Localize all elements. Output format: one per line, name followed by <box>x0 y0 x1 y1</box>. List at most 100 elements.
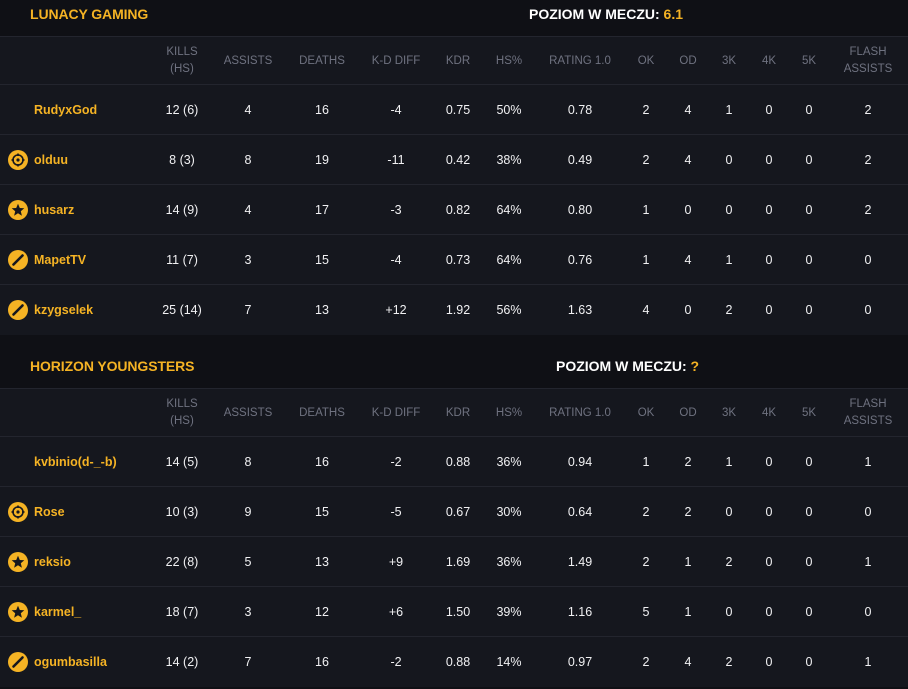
stat-kdr: 0.88 <box>445 655 471 669</box>
column-header-k5: 5K <box>801 406 817 419</box>
player-name[interactable]: MapetTV <box>34 253 86 267</box>
player-name[interactable]: kvbinio(d-_-b) <box>34 455 117 469</box>
match-level-value: 6.1 <box>663 6 684 22</box>
player-row[interactable]: RudyxGod 12 (6) 4 16 -4 0.75 50% 0.78 2 4 1 0 0 2 <box>0 85 908 135</box>
stat-kd-diff: -3 <box>390 203 402 217</box>
stat-hs: 14% <box>496 655 522 669</box>
player-name[interactable]: ogumbasilla <box>34 655 107 669</box>
player-name[interactable]: kzygselek <box>34 303 93 317</box>
match-level-label: POZIOM W MECZU: <box>529 6 660 22</box>
stat-kd-diff: -4 <box>390 103 402 117</box>
player-row[interactable]: karmel_ 18 (7) 3 12 +6 1.50 39% 1.16 5 1 0 0 0 0 <box>0 587 908 637</box>
player-name[interactable]: olduu <box>34 153 68 167</box>
stat-k3: 2 <box>725 555 733 569</box>
stat-kdr: 1.69 <box>445 555 471 569</box>
player-name[interactable]: husarz <box>34 203 74 217</box>
slash-icon <box>8 652 28 672</box>
player-row[interactable]: ogumbasilla 14 (2) 7 16 -2 0.88 14% 0.97 2 4 2 0 0 1 <box>0 637 908 687</box>
player-name[interactable]: karmel_ <box>34 605 81 619</box>
column-header-k3: 3K <box>721 54 737 67</box>
column-header-kd-diff: K-D DIFF <box>371 54 421 67</box>
stat-k3: 1 <box>725 103 733 117</box>
player-cell[interactable]: olduu <box>8 135 68 185</box>
stat-assists: 7 <box>244 655 252 669</box>
column-header-flash: FLASH ASSISTS <box>843 398 893 427</box>
player-row[interactable]: kzygselek 25 (14) 7 13 +12 1.92 56% 1.63 4 0 2 0 0 0 <box>0 285 908 335</box>
player-cell[interactable]: reksio <box>8 537 71 587</box>
stat-flash: 1 <box>864 655 872 669</box>
column-header-kills: KILLS (HS) <box>166 46 198 75</box>
player-cell[interactable]: kzygselek <box>8 285 93 335</box>
player-row[interactable]: olduu 8 (3) 8 19 -11 0.42 38% 0.49 2 4 0 0 0 2 <box>0 135 908 185</box>
stat-k5: 0 <box>805 253 813 267</box>
team-stats-table-0: KILLS (HS) ASSISTS DEATHS K-D DIFF KDR HS% RAT… <box>0 36 908 335</box>
column-header-assists: ASSISTS <box>223 54 273 67</box>
stat-k4: 0 <box>765 103 773 117</box>
stat-deaths: 13 <box>315 303 329 317</box>
player-row[interactable]: Rose 10 (3) 9 15 -5 0.67 30% 0.64 2 2 0 0 0 0 <box>0 487 908 537</box>
column-header-kdr: KDR <box>445 406 471 419</box>
stat-kd-diff: +6 <box>388 605 404 619</box>
player-row[interactable]: kvbinio(d-_-b) 14 (5) 8 16 -2 0.88 36% 0.94 1 2 1 0… <box>0 437 908 487</box>
stat-rating: 0.94 <box>567 455 593 469</box>
column-header-k3: 3K <box>721 406 737 419</box>
stat-rating: 0.78 <box>567 103 593 117</box>
stat-assists: 3 <box>244 253 252 267</box>
stat-k4: 0 <box>765 655 773 669</box>
stat-k5: 0 <box>805 505 813 519</box>
stat-k5: 0 <box>805 153 813 167</box>
team-header-1: HORIZON YOUNGSTERS POZIOM W MECZU: ? <box>0 352 908 388</box>
player-name[interactable]: Rose <box>34 505 65 519</box>
stat-rating: 0.97 <box>567 655 593 669</box>
stat-ok: 1 <box>642 253 650 267</box>
stat-k5: 0 <box>805 303 813 317</box>
player-cell[interactable]: karmel_ <box>8 587 81 637</box>
stat-deaths: 13 <box>315 555 329 569</box>
stat-k3: 1 <box>725 455 733 469</box>
player-row[interactable]: reksio 22 (8) 5 13 +9 1.69 36% 1.49 2 1 2 0 0 1 <box>0 537 908 587</box>
team-header-0: LUNACY GAMING POZIOM W MECZU: 6.1 <box>0 0 908 36</box>
player-cell[interactable]: MapetTV <box>8 235 86 285</box>
stat-deaths: 17 <box>315 203 329 217</box>
player-cell[interactable]: kvbinio(d-_-b) <box>8 437 117 487</box>
stat-kills: 11 (7) <box>166 253 198 267</box>
player-row[interactable]: MapetTV 11 (7) 3 15 -4 0.73 64% 0.76 1 4 1 0 0 0 <box>0 235 908 285</box>
stat-k5: 0 <box>805 203 813 217</box>
player-cell[interactable]: husarz <box>8 185 74 235</box>
player-row[interactable]: husarz 14 (9) 4 17 -3 0.82 64% 0.80 1 0 0 0 0 2 <box>0 185 908 235</box>
stat-kd-diff: -11 <box>387 153 405 167</box>
column-header-kd-diff: K-D DIFF <box>371 406 421 419</box>
stat-k5: 0 <box>805 103 813 117</box>
column-header-k5: 5K <box>801 54 817 67</box>
column-header-deaths: DEATHS <box>299 54 345 67</box>
column-header-assists: ASSISTS <box>223 406 273 419</box>
stat-assists: 8 <box>244 153 252 167</box>
stat-assists: 7 <box>244 303 252 317</box>
team-name: LUNACY GAMING <box>30 6 149 22</box>
stat-ok: 5 <box>642 605 650 619</box>
player-cell[interactable]: RudyxGod <box>8 85 97 135</box>
stat-flash: 2 <box>864 203 872 217</box>
stat-kills: 18 (7) <box>165 605 199 619</box>
player-cell[interactable]: Rose <box>8 487 65 537</box>
crosshair-icon <box>8 150 28 170</box>
stat-rating: 1.63 <box>567 303 593 317</box>
stat-k3: 2 <box>725 655 733 669</box>
stat-k4: 0 <box>765 555 773 569</box>
stat-flash: 1 <box>864 555 872 569</box>
stat-kdr: 0.88 <box>445 455 471 469</box>
stat-k3: 0 <box>725 505 733 519</box>
stat-k4: 0 <box>765 253 773 267</box>
player-name[interactable]: reksio <box>34 555 71 569</box>
stat-hs: 56% <box>496 303 522 317</box>
column-header-flash: FLASH ASSISTS <box>843 46 893 75</box>
match-level: POZIOM W MECZU: ? <box>556 358 699 374</box>
stat-kdr: 0.67 <box>445 505 471 519</box>
player-cell[interactable]: ogumbasilla <box>8 637 107 687</box>
stat-assists: 4 <box>244 103 252 117</box>
stat-k3: 0 <box>725 153 733 167</box>
stat-k4: 0 <box>765 605 773 619</box>
player-name[interactable]: RudyxGod <box>34 103 97 117</box>
stat-rating: 1.49 <box>567 555 593 569</box>
match-level-value: ? <box>690 358 700 374</box>
